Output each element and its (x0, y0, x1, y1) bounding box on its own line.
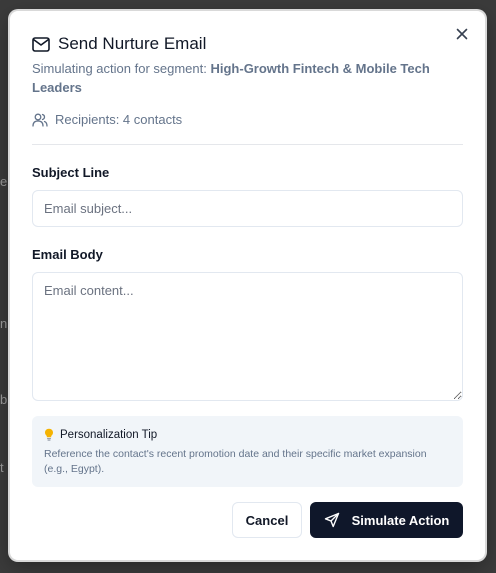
simulate-action-button[interactable]: Simulate Action (310, 502, 463, 538)
subject-line-input[interactable] (32, 190, 463, 227)
background-text-fragment: e (0, 174, 8, 189)
dialog-header: Send Nurture Email (32, 34, 206, 54)
tip-header: Personalization Tip (44, 428, 451, 441)
simulate-action-label: Simulate Action (351, 512, 450, 528)
send-icon (324, 512, 339, 528)
personalization-tip: Personalization Tip Reference the contac… (32, 416, 463, 487)
mail-icon (32, 36, 50, 52)
tip-text: Reference the contact's recent promotion… (44, 448, 427, 475)
subject-line-label: Subject Line (32, 165, 110, 180)
background-text-fragment: b (0, 392, 8, 407)
cancel-button[interactable]: Cancel (232, 502, 302, 538)
subtitle-prefix: Simulating action for segment: (32, 61, 211, 76)
background-text-fragment: n (0, 316, 8, 331)
email-body-label: Email Body (32, 247, 103, 262)
tip-title: Personalization Tip (60, 428, 158, 441)
dialog-title: Send Nurture Email (58, 34, 207, 53)
background-text-fragment: t (0, 460, 4, 475)
users-icon (32, 113, 48, 127)
close-icon (456, 28, 468, 40)
close-button[interactable] (453, 25, 471, 43)
email-body-textarea[interactable] (32, 272, 463, 401)
divider (32, 144, 463, 145)
send-nurture-email-dialog: Send Nurture Email Simulating action for… (10, 11, 485, 560)
recipients-info: Recipients: 4 contacts (32, 112, 182, 127)
recipients-count: Recipients: 4 contacts (55, 112, 183, 127)
dialog-subtitle: Simulating action for segment: High-Grow… (32, 59, 452, 97)
lightbulb-icon (45, 428, 53, 441)
